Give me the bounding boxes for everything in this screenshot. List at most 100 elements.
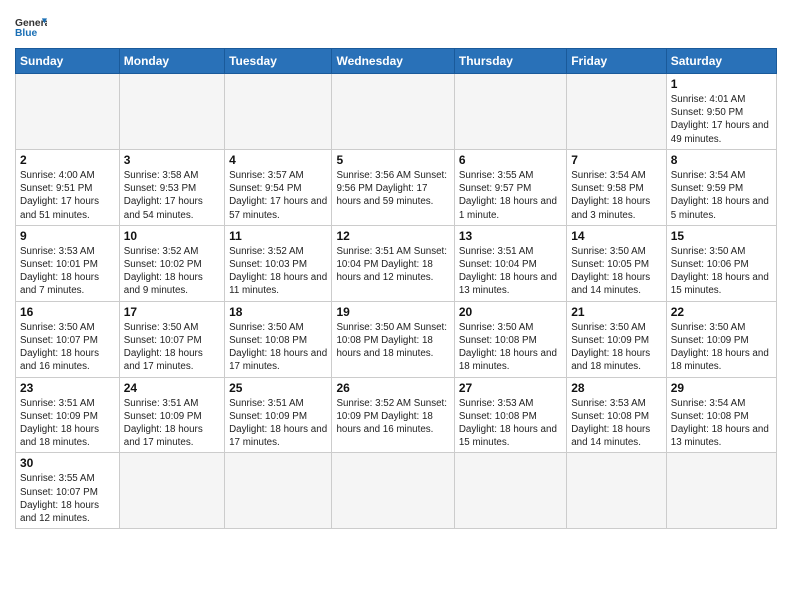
- day-info: Sunrise: 3:53 AM Sunset: 10:01 PM Daylig…: [20, 245, 115, 298]
- calendar-header-row: SundayMondayTuesdayWednesdayThursdayFrid…: [16, 49, 777, 74]
- calendar-cell: 9 Sunrise: 3:53 AM Sunset: 10:01 PM Dayli…: [16, 225, 120, 301]
- calendar-cell: 6 Sunrise: 3:55 AM Sunset: 9:57 PM Daylig…: [454, 149, 566, 225]
- day-number: 27: [459, 381, 562, 395]
- week-row-3: 9 Sunrise: 3:53 AM Sunset: 10:01 PM Dayli…: [16, 225, 777, 301]
- day-number: 22: [671, 305, 772, 319]
- day-info: Sunrise: 3:53 AM Sunset: 10:08 PM Daylig…: [571, 397, 662, 450]
- header-thursday: Thursday: [454, 49, 566, 74]
- calendar-cell: 1 Sunrise: 4:01 AM Sunset: 9:50 PM Daylig…: [666, 74, 776, 150]
- calendar-cell: 3 Sunrise: 3:58 AM Sunset: 9:53 PM Daylig…: [119, 149, 224, 225]
- day-number: 6: [459, 153, 562, 167]
- day-number: 29: [671, 381, 772, 395]
- day-info: Sunrise: 3:50 AM Sunset: 10:07 PM Daylig…: [124, 321, 220, 374]
- calendar-cell: [332, 74, 454, 150]
- day-number: 30: [20, 456, 115, 470]
- calendar-cell: 25 Sunrise: 3:51 AM Sunset: 10:09 PM Dayl…: [225, 377, 332, 453]
- day-number: 1: [671, 77, 772, 91]
- day-number: 16: [20, 305, 115, 319]
- calendar-cell: 30 Sunrise: 3:55 AM Sunset: 10:07 PM Dayl…: [16, 453, 120, 529]
- calendar-cell: 15Sunrise: 3:50 AM Sunset: 10:06 PM Dayl…: [666, 225, 776, 301]
- day-number: 9: [20, 229, 115, 243]
- day-info: Sunrise: 4:01 AM Sunset: 9:50 PM Dayligh…: [671, 93, 772, 146]
- calendar-cell: 26 Sunrise: 3:52 AM Sunset: 10:09 PM Dayl…: [332, 377, 454, 453]
- week-row-2: 2 Sunrise: 4:00 AM Sunset: 9:51 PM Daylig…: [16, 149, 777, 225]
- day-info: Sunrise: 3:56 AM Sunset: 9:56 PM Dayligh…: [336, 169, 449, 209]
- calendar-cell: [119, 453, 224, 529]
- day-number: 15: [671, 229, 772, 243]
- calendar-cell: 7 Sunrise: 3:54 AM Sunset: 9:58 PM Daylig…: [567, 149, 667, 225]
- day-info: Sunrise: 3:51 AM Sunset: 10:04 PM Daylig…: [336, 245, 449, 285]
- week-row-6: 30 Sunrise: 3:55 AM Sunset: 10:07 PM Dayl…: [16, 453, 777, 529]
- calendar-cell: 2 Sunrise: 4:00 AM Sunset: 9:51 PM Daylig…: [16, 149, 120, 225]
- calendar-cell: 28 Sunrise: 3:53 AM Sunset: 10:08 PM Dayl…: [567, 377, 667, 453]
- day-info: Sunrise: 3:54 AM Sunset: 10:08 PM Daylig…: [671, 397, 772, 450]
- calendar-cell: 21 Sunrise: 3:50 AM Sunset: 10:09 PM Dayl…: [567, 301, 667, 377]
- calendar-cell: 10Sunrise: 3:52 AM Sunset: 10:02 PM Dayl…: [119, 225, 224, 301]
- day-number: 11: [229, 229, 327, 243]
- calendar-cell: 4 Sunrise: 3:57 AM Sunset: 9:54 PM Daylig…: [225, 149, 332, 225]
- day-number: 18: [229, 305, 327, 319]
- calendar-cell: [225, 453, 332, 529]
- day-number: 7: [571, 153, 662, 167]
- day-info: Sunrise: 3:52 AM Sunset: 10:09 PM Daylig…: [336, 397, 449, 437]
- day-info: Sunrise: 3:55 AM Sunset: 10:07 PM Daylig…: [20, 472, 115, 525]
- day-number: 10: [124, 229, 220, 243]
- calendar-cell: 16 Sunrise: 3:50 AM Sunset: 10:07 PM Dayl…: [16, 301, 120, 377]
- day-info: Sunrise: 3:58 AM Sunset: 9:53 PM Dayligh…: [124, 169, 220, 222]
- calendar-cell: 19Sunrise: 3:50 AM Sunset: 10:08 PM Dayl…: [332, 301, 454, 377]
- day-number: 17: [124, 305, 220, 319]
- header-wednesday: Wednesday: [332, 49, 454, 74]
- logo-icon: General Blue: [15, 10, 47, 42]
- day-info: Sunrise: 3:51 AM Sunset: 10:09 PM Daylig…: [124, 397, 220, 450]
- day-number: 8: [671, 153, 772, 167]
- day-number: 25: [229, 381, 327, 395]
- calendar-cell: 29 Sunrise: 3:54 AM Sunset: 10:08 PM Dayl…: [666, 377, 776, 453]
- header: General Blue: [15, 10, 777, 42]
- day-info: Sunrise: 3:50 AM Sunset: 10:07 PM Daylig…: [20, 321, 115, 374]
- week-row-4: 16 Sunrise: 3:50 AM Sunset: 10:07 PM Dayl…: [16, 301, 777, 377]
- day-info: Sunrise: 3:51 AM Sunset: 10:09 PM Daylig…: [229, 397, 327, 450]
- day-number: 4: [229, 153, 327, 167]
- header-sunday: Sunday: [16, 49, 120, 74]
- calendar-cell: 23 Sunrise: 3:51 AM Sunset: 10:09 PM Dayl…: [16, 377, 120, 453]
- svg-text:Blue: Blue: [15, 28, 37, 39]
- calendar-cell: [225, 74, 332, 150]
- calendar-cell: 20Sunrise: 3:50 AM Sunset: 10:08 PM Dayl…: [454, 301, 566, 377]
- day-info: Sunrise: 3:51 AM Sunset: 10:09 PM Daylig…: [20, 397, 115, 450]
- day-info: Sunrise: 3:50 AM Sunset: 10:09 PM Daylig…: [571, 321, 662, 374]
- calendar-cell: [567, 453, 667, 529]
- calendar-cell: 5Sunrise: 3:56 AM Sunset: 9:56 PM Daylig…: [332, 149, 454, 225]
- header-monday: Monday: [119, 49, 224, 74]
- day-number: 3: [124, 153, 220, 167]
- day-number: 23: [20, 381, 115, 395]
- calendar-cell: [16, 74, 120, 150]
- calendar-cell: 11Sunrise: 3:52 AM Sunset: 10:03 PM Dayl…: [225, 225, 332, 301]
- day-info: Sunrise: 3:57 AM Sunset: 9:54 PM Dayligh…: [229, 169, 327, 222]
- week-row-1: 1 Sunrise: 4:01 AM Sunset: 9:50 PM Daylig…: [16, 74, 777, 150]
- day-number: 28: [571, 381, 662, 395]
- calendar-cell: [332, 453, 454, 529]
- calendar-cell: [567, 74, 667, 150]
- logo: General Blue: [15, 10, 47, 42]
- day-number: 2: [20, 153, 115, 167]
- calendar-cell: 27 Sunrise: 3:53 AM Sunset: 10:08 PM Dayl…: [454, 377, 566, 453]
- calendar-cell: 24 Sunrise: 3:51 AM Sunset: 10:09 PM Dayl…: [119, 377, 224, 453]
- day-number: 13: [459, 229, 562, 243]
- day-info: Sunrise: 3:55 AM Sunset: 9:57 PM Dayligh…: [459, 169, 562, 222]
- calendar-cell: [666, 453, 776, 529]
- day-number: 24: [124, 381, 220, 395]
- day-number: 26: [336, 381, 449, 395]
- day-info: Sunrise: 3:54 AM Sunset: 9:58 PM Dayligh…: [571, 169, 662, 222]
- day-number: 21: [571, 305, 662, 319]
- calendar-cell: 13 Sunrise: 3:51 AM Sunset: 10:04 PM Dayl…: [454, 225, 566, 301]
- day-info: Sunrise: 3:50 AM Sunset: 10:08 PM Daylig…: [229, 321, 327, 374]
- calendar-cell: 14Sunrise: 3:50 AM Sunset: 10:05 PM Dayl…: [567, 225, 667, 301]
- calendar-cell: [454, 453, 566, 529]
- svg-text:General: General: [15, 18, 47, 29]
- day-info: Sunrise: 4:00 AM Sunset: 9:51 PM Dayligh…: [20, 169, 115, 222]
- calendar-cell: 17 Sunrise: 3:50 AM Sunset: 10:07 PM Dayl…: [119, 301, 224, 377]
- day-info: Sunrise: 3:53 AM Sunset: 10:08 PM Daylig…: [459, 397, 562, 450]
- calendar-table: SundayMondayTuesdayWednesdayThursdayFrid…: [15, 48, 777, 529]
- day-info: Sunrise: 3:51 AM Sunset: 10:04 PM Daylig…: [459, 245, 562, 298]
- day-info: Sunrise: 3:50 AM Sunset: 10:08 PM Daylig…: [459, 321, 562, 374]
